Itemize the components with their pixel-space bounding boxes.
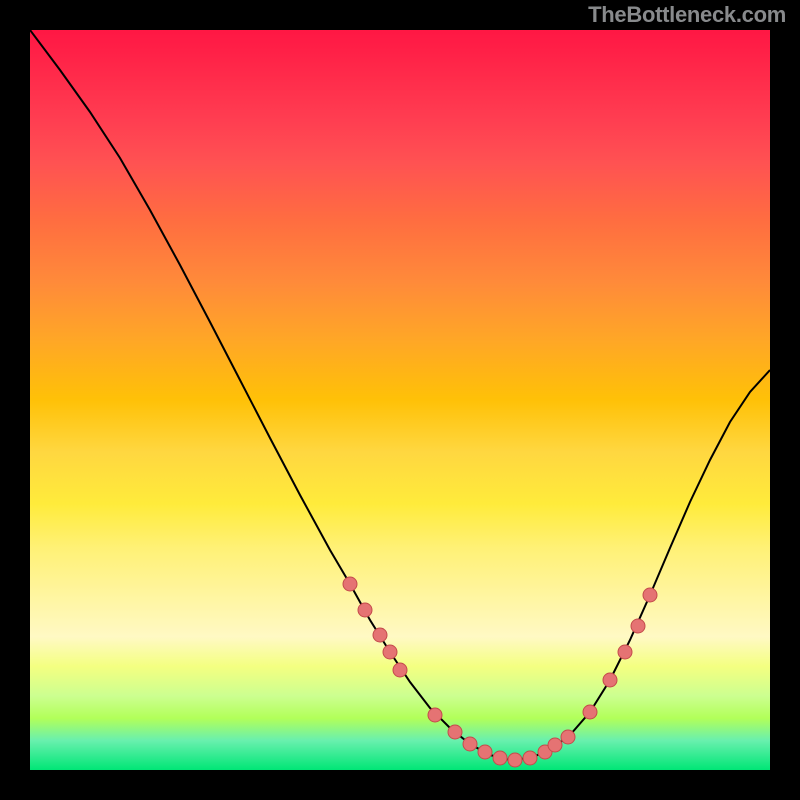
- curve-line: [30, 30, 770, 760]
- curve-marker: [548, 738, 562, 752]
- curve-marker: [583, 705, 597, 719]
- curve-marker: [561, 730, 575, 744]
- curve-markers: [343, 577, 657, 767]
- curve-marker: [343, 577, 357, 591]
- curve-marker: [603, 673, 617, 687]
- curve-marker: [478, 745, 492, 759]
- curve-marker: [618, 645, 632, 659]
- curve-marker: [631, 619, 645, 633]
- curve-marker: [383, 645, 397, 659]
- plot-area: [30, 30, 770, 770]
- curve-marker: [428, 708, 442, 722]
- curve-marker: [508, 753, 522, 767]
- chart-frame: TheBottleneck.com: [0, 0, 800, 800]
- chart-svg: [30, 30, 770, 770]
- curve-marker: [358, 603, 372, 617]
- curve-marker: [523, 751, 537, 765]
- curve-marker: [493, 751, 507, 765]
- curve-marker: [448, 725, 462, 739]
- watermark-text: TheBottleneck.com: [588, 2, 786, 28]
- curve-marker: [393, 663, 407, 677]
- curve-marker: [463, 737, 477, 751]
- curve-marker: [373, 628, 387, 642]
- curve-marker: [643, 588, 657, 602]
